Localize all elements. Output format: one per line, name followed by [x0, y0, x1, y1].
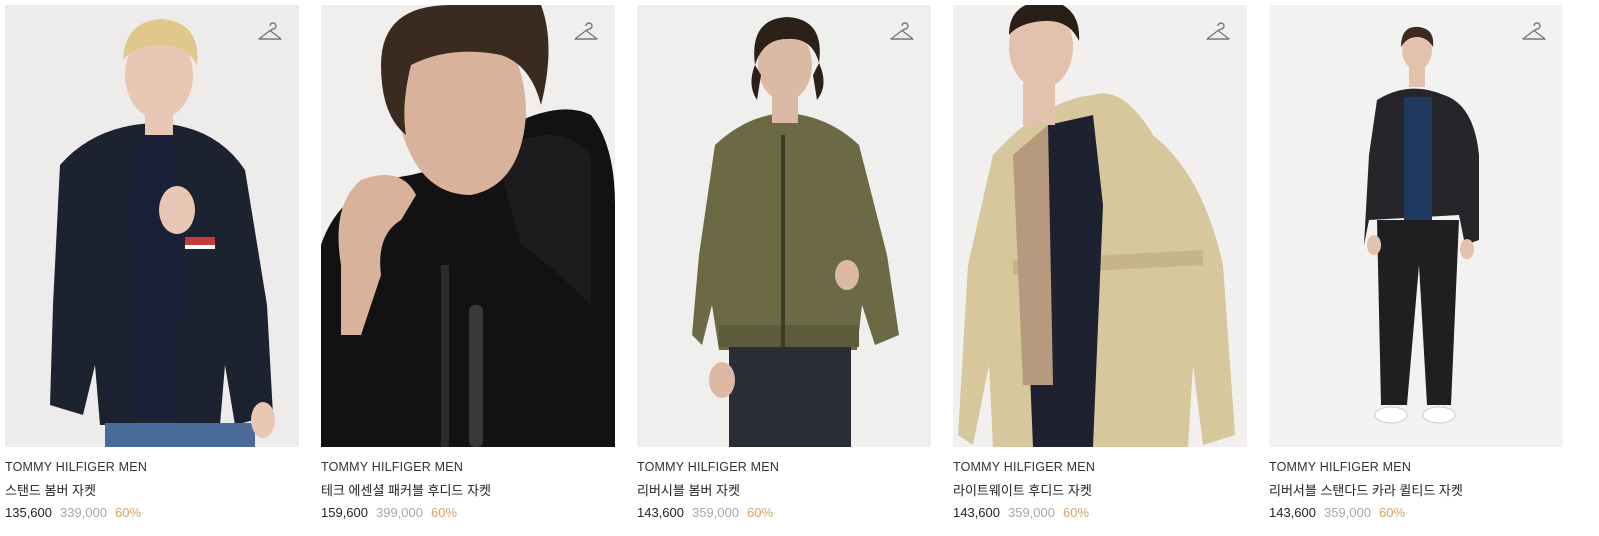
product-grid: TOMMY HILFIGER MEN 스탠드 봄버 자켓 135,600 339,…	[5, 5, 1563, 521]
product-prices: 143,600 359,000 60%	[953, 504, 1247, 521]
product-card[interactable]: TOMMY HILFIGER MEN 테크 에센셜 패커블 후디드 자켓 159…	[321, 5, 615, 521]
hanger-icon[interactable]	[1205, 21, 1231, 43]
sale-price: 159,600	[321, 505, 368, 520]
product-brand: TOMMY HILFIGER MEN	[953, 460, 1096, 474]
original-price: 359,000	[1008, 505, 1055, 520]
product-card[interactable]: TOMMY HILFIGER MEN 리버시블 봄버 자켓 143,600 359…	[637, 5, 931, 521]
product-brand: TOMMY HILFIGER MEN	[637, 460, 780, 474]
sale-price: 143,600	[637, 505, 684, 520]
product-prices: 135,600 339,000 60%	[5, 504, 299, 521]
product-image[interactable]	[637, 5, 931, 447]
product-brand: TOMMY HILFIGER MEN	[5, 460, 148, 474]
product-photo	[321, 5, 615, 447]
sale-price: 135,600	[5, 505, 52, 520]
product-image[interactable]	[5, 5, 299, 447]
product-card[interactable]: TOMMY HILFIGER MEN 리버서블 스탠다드 카라 퀼티드 자켓 1…	[1269, 5, 1563, 521]
product-name[interactable]: 리버서블 스탠다드 카라 퀼티드 자켓	[1269, 482, 1563, 499]
product-name[interactable]: 리버시블 봄버 자켓	[637, 482, 931, 499]
product-prices: 159,600 399,000 60%	[321, 504, 615, 521]
product-name[interactable]: 라이트웨이트 후디드 자켓	[953, 482, 1247, 499]
discount-rate: 60%	[431, 505, 458, 520]
sale-price: 143,600	[1269, 505, 1316, 520]
product-photo	[1269, 5, 1563, 447]
product-card[interactable]: TOMMY HILFIGER MEN 스탠드 봄버 자켓 135,600 339,…	[5, 5, 299, 521]
original-price: 359,000	[692, 505, 739, 520]
hanger-icon[interactable]	[257, 21, 283, 43]
product-card[interactable]: TOMMY HILFIGER MEN 라이트웨이트 후디드 자켓 143,600…	[953, 5, 1247, 521]
discount-rate: 60%	[115, 505, 142, 520]
product-brand: TOMMY HILFIGER MEN	[1269, 460, 1412, 474]
product-photo	[637, 5, 931, 447]
product-name[interactable]: 스탠드 봄버 자켓	[5, 482, 299, 499]
original-price: 359,000	[1324, 505, 1371, 520]
product-image[interactable]	[321, 5, 615, 447]
sale-price: 143,600	[953, 505, 1000, 520]
original-price: 339,000	[60, 505, 107, 520]
hanger-icon[interactable]	[889, 21, 915, 43]
product-photo	[5, 5, 299, 447]
product-prices: 143,600 359,000 60%	[1269, 504, 1563, 521]
product-name[interactable]: 테크 에센셜 패커블 후디드 자켓	[321, 482, 615, 499]
product-image[interactable]	[953, 5, 1247, 447]
discount-rate: 60%	[747, 505, 774, 520]
hanger-icon[interactable]	[1521, 21, 1547, 43]
hanger-icon[interactable]	[573, 21, 599, 43]
product-prices: 143,600 359,000 60%	[637, 504, 931, 521]
discount-rate: 60%	[1379, 505, 1406, 520]
product-image[interactable]	[1269, 5, 1563, 447]
product-photo	[953, 5, 1247, 447]
discount-rate: 60%	[1063, 505, 1090, 520]
original-price: 399,000	[376, 505, 423, 520]
product-brand: TOMMY HILFIGER MEN	[321, 460, 464, 474]
